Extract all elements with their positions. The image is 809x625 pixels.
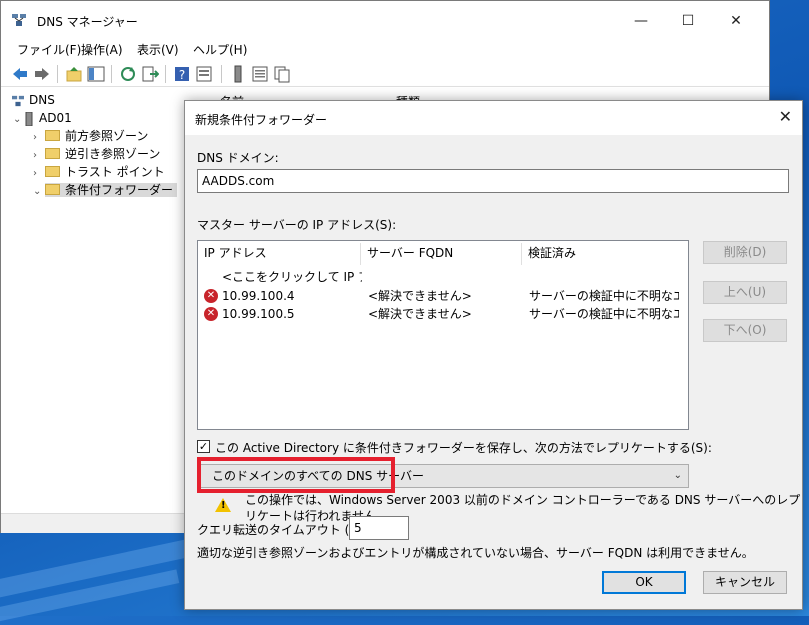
menu-bar: ファイル(F) 操作(A) 表示(V) ヘルプ(H) (1, 39, 769, 59)
folder-icon (45, 130, 60, 141)
fqdn-cell: <解決できません> (368, 289, 472, 303)
timeout-input[interactable]: 5 (349, 516, 409, 540)
tree-label: 条件付フォワーダー (65, 183, 174, 197)
record-list-icon[interactable] (251, 65, 269, 83)
cancel-button[interactable]: キャンセル (703, 571, 787, 594)
add-ip-placeholder[interactable]: <ここをクリックして IP アドレ... (222, 268, 362, 286)
ip-address-cell: 10.99.100.4 (222, 289, 295, 303)
server-icon (25, 111, 33, 126)
maximize-button[interactable]: ☐ (665, 7, 711, 35)
tree-label: DNS (29, 93, 55, 107)
master-servers-list[interactable]: IP アドレス サーバー FQDN 検証済み <ここをクリックして IP アドレ… (197, 240, 689, 430)
toolbar-separator (111, 65, 112, 83)
replicate-label: この Active Directory に条件付きフォワーダーを保存し、次の方法… (215, 441, 712, 455)
up-folder-icon[interactable] (65, 65, 83, 83)
refresh-icon[interactable] (119, 65, 137, 83)
show-hide-tree-icon[interactable] (87, 65, 105, 83)
tree-label: AD01 (39, 111, 72, 125)
menu-file[interactable]: ファイル(F) (17, 41, 81, 58)
delete-button[interactable]: 削除(D) (703, 241, 787, 264)
tree-item-dns[interactable]: DNS (11, 91, 55, 109)
replicate-checkbox[interactable]: ✓ (197, 440, 210, 453)
new-conditional-forwarder-dialog: 新規条件付フォワーダー ✕ DNS ドメイン: AADDS.com マスター サ… (184, 100, 803, 610)
add-ip-row[interactable]: <ここをクリックして IP アドレ... (198, 268, 688, 286)
window-title: DNS マネージャー (37, 15, 138, 29)
tree-label: 前方参照ゾーン (65, 129, 149, 143)
chevron-down-icon[interactable]: ⌄ (674, 465, 682, 487)
menu-action[interactable]: 操作(A) (81, 41, 123, 58)
toolbar: ? (1, 61, 769, 87)
close-button[interactable]: ✕ (713, 7, 759, 35)
minimize-button[interactable]: — (618, 7, 664, 35)
folder-icon (45, 148, 60, 159)
dialog-title: 新規条件付フォワーダー (195, 113, 328, 127)
dns-domain-label: DNS ドメイン: (197, 151, 279, 165)
svg-text:?: ? (179, 68, 185, 82)
highlight-box (197, 457, 395, 493)
tree-label: トラスト ポイント (65, 165, 165, 179)
timeout-label: クエリ転送のタイムアウト (秒): (197, 523, 370, 537)
chevron-down-icon[interactable]: ⌄ (33, 183, 45, 201)
console-tree: DNS ⌄ AD01 › 前方参照ゾーン › 逆引き参照ゾーン › トラスト ポイント … (7, 89, 203, 509)
toolbar-separator (57, 65, 58, 83)
help-icon[interactable]: ? (173, 65, 191, 83)
master-servers-label: マスター サーバーの IP アドレス(S): (197, 218, 397, 232)
forward-arrow-icon[interactable] (33, 65, 51, 83)
dialog-title-bar: 新規条件付フォワーダー ✕ (185, 101, 802, 135)
toolbar-separator (221, 65, 222, 83)
tree-item-server[interactable]: ⌄ AD01 (13, 109, 72, 127)
title-bar: DNS マネージャー — ☐ ✕ (1, 1, 769, 39)
chevron-down-icon[interactable]: ⌄ (13, 111, 25, 129)
tree-label: 逆引き参照ゾーン (65, 147, 161, 161)
fqdn-cell: <解決できません> (368, 307, 472, 321)
move-up-button[interactable]: 上へ(U) (703, 281, 787, 304)
export-list-icon[interactable] (141, 65, 159, 83)
column-validated[interactable]: 検証済み (522, 243, 688, 265)
menu-help[interactable]: ヘルプ(H) (193, 41, 247, 58)
dialog-close-button[interactable]: ✕ (779, 107, 792, 126)
move-down-button[interactable]: 下へ(O) (703, 319, 787, 342)
tree-item-trust-points[interactable]: › トラスト ポイント (33, 163, 165, 181)
table-row[interactable]: ✕ 10.99.100.4 <解決できません> サーバーの検証中に不明なエ... (198, 287, 688, 305)
table-row[interactable]: ✕ 10.99.100.5 <解決できません> サーバーの検証中に不明なエ... (198, 305, 688, 323)
warning-text-line1: この操作では、Windows Server 2003 以前のドメイン コントロー… (245, 493, 801, 507)
toolbar-separator (165, 65, 166, 83)
tree-item-conditional-forwarders[interactable]: ⌄ 条件付フォワーダー (33, 181, 178, 201)
fqdn-note: 適切な逆引き参照ゾーンおよびエントリが構成されていない場合、サーバー FQDN … (197, 546, 754, 560)
back-arrow-icon[interactable] (11, 65, 29, 83)
dns-domain-input[interactable]: AADDS.com (197, 169, 789, 193)
tree-item-reverse-zones[interactable]: › 逆引き参照ゾーン (33, 145, 160, 163)
error-icon: ✕ (204, 307, 218, 321)
folder-icon (45, 166, 60, 177)
warning-exclamation: ! (221, 500, 226, 511)
ok-button[interactable]: OK (602, 571, 686, 594)
ip-address-cell: 10.99.100.5 (222, 307, 295, 321)
dns-app-icon (12, 14, 26, 26)
validated-cell: サーバーの検証中に不明なエ... (529, 307, 679, 321)
column-ip-address[interactable]: IP アドレス (198, 243, 361, 265)
properties-icon[interactable] (195, 65, 213, 83)
folder-icon (45, 184, 60, 195)
tree-item-forward-zones[interactable]: › 前方参照ゾーン (33, 127, 148, 145)
copy-records-icon[interactable] (273, 65, 291, 83)
error-icon: ✕ (204, 289, 218, 303)
column-server-fqdn[interactable]: サーバー FQDN (361, 243, 522, 265)
dns-icon (12, 95, 24, 106)
validated-cell: サーバーの検証中に不明なエ... (529, 289, 679, 303)
server-icon[interactable] (229, 65, 247, 83)
menu-view[interactable]: 表示(V) (137, 41, 179, 58)
